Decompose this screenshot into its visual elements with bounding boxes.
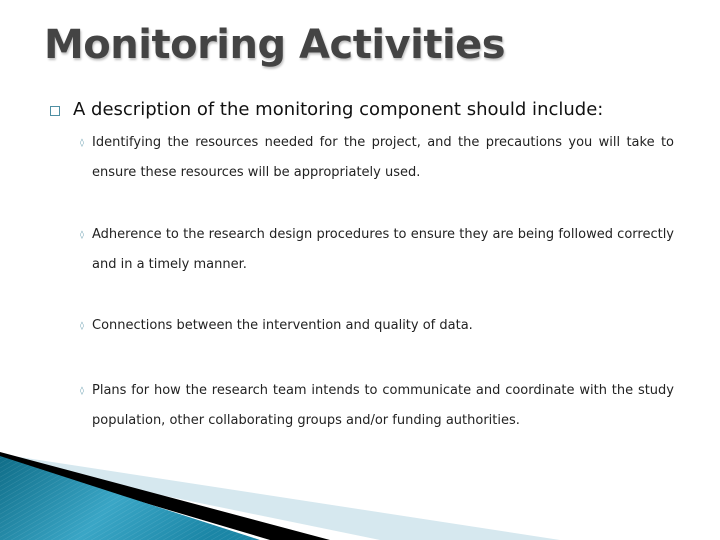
square-bullet-icon [50, 105, 60, 116]
diamond-bullet-icon: ◊ [80, 321, 84, 330]
diamond-bullet-icon: ◊ [80, 230, 84, 239]
main-bullet-point: A description of the monitoring componen… [50, 99, 603, 120]
diamond-bullet-icon: ◊ [80, 138, 84, 147]
slide-title: Monitoring Activities [44, 22, 506, 68]
main-bullet-text: A description of the monitoring componen… [73, 99, 604, 120]
sub-bullet-text: Identifying the resources needed for the… [92, 135, 674, 180]
sub-bullet-text: Plans for how the research team intends … [92, 383, 674, 428]
sub-bullet-item: ◊ Plans for how the research team intend… [80, 376, 674, 436]
sub-bullet-item: ◊ Identifying the resources needed for t… [80, 128, 674, 188]
diamond-bullet-icon: ◊ [80, 386, 84, 395]
sub-bullet-text: Connections between the intervention and… [92, 318, 473, 333]
sub-bullet-item: ◊ Connections between the intervention a… [80, 311, 674, 341]
sub-bullet-item: ◊ Adherence to the research design proce… [80, 220, 674, 280]
sub-bullet-text: Adherence to the research design procedu… [92, 227, 674, 272]
decorative-swoosh [0, 452, 560, 540]
